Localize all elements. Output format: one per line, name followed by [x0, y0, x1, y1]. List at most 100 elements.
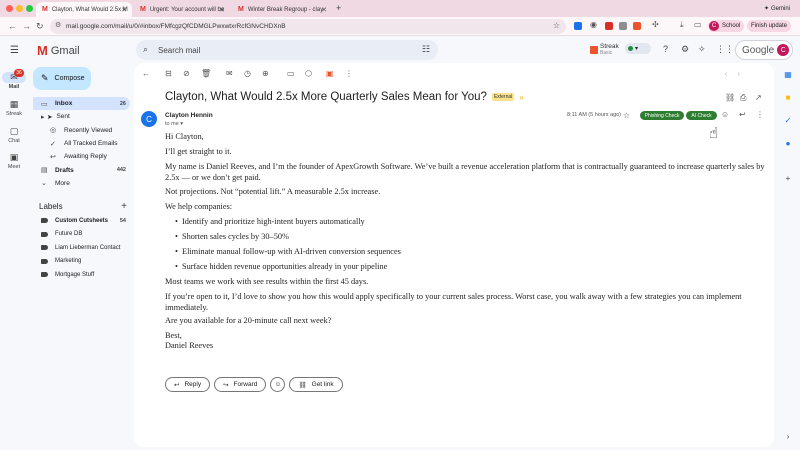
sidebar-item-more[interactable]: ⌄ More [33, 177, 130, 190]
caret-down-icon: ▾ [180, 121, 184, 127]
sidebar-item-drafts[interactable]: ▤ Drafts 442 [33, 163, 130, 176]
contacts-icon[interactable]: ● [782, 139, 794, 151]
add-addon-icon[interactable]: + [782, 174, 794, 186]
unread-badge: 36 [14, 69, 24, 77]
add-label-icon[interactable]: + [121, 201, 127, 212]
finish-update-button[interactable]: Finish update [747, 20, 792, 32]
close-window-icon[interactable] [6, 5, 13, 12]
expand-panel-icon[interactable]: › [782, 432, 794, 444]
label-item-custom-cutsheets[interactable]: Custom Cutsheets 54 [33, 214, 130, 228]
reload-icon[interactable]: ↻ [36, 21, 44, 32]
address-bar[interactable]: ⚙ mail.google.com/mail/u/0/#inbox/FMfcgz… [50, 19, 566, 34]
close-tab-icon[interactable]: ✕ [321, 6, 327, 14]
link-icon[interactable]: ⛓ [725, 93, 735, 102]
label-item-liam-lieberman-contact[interactable]: Liam Lieberman Contact [33, 241, 130, 255]
extension-v-icon[interactable] [605, 22, 613, 30]
gmail-logo[interactable]: M Gmail [37, 43, 80, 58]
compose-button[interactable]: ✎ Compose [33, 67, 91, 90]
print-icon[interactable]: ⎙ [740, 93, 746, 103]
bookmark-star-icon[interactable]: ☆ [553, 21, 560, 30]
mark-unread-icon[interactable]: ✉ [226, 69, 233, 78]
rail-item-streak[interactable]: ▦ Streak [2, 99, 26, 117]
pagination-arrows-icon[interactable]: ‹› [725, 69, 750, 78]
main-menu-icon[interactable]: ☰ [10, 45, 19, 56]
account-avatar: C [777, 44, 790, 56]
more-vert-icon[interactable]: ⋮ [756, 110, 764, 119]
body-paragraph: Most teams we work with see results with… [165, 277, 369, 286]
new-tab-icon[interactable]: + [336, 3, 341, 13]
get-link-button[interactable]: ⛓ Get link [289, 377, 343, 392]
list-item: Eliminate manual follow-up with AI-drive… [175, 247, 401, 258]
search-input[interactable]: ⌕ Search mail ☷ [136, 40, 438, 60]
puzzle-extensions-icon[interactable]: ✣ [652, 20, 659, 29]
browser-tab-bar: M Clayton, What Would 2.5x M ✕ M Urgent:… [0, 0, 800, 17]
ai-check-button[interactable]: AI Check [686, 111, 717, 120]
calendar-icon[interactable]: ▦ [782, 70, 794, 82]
recipient-dropdown[interactable]: to me ▾ [165, 121, 183, 127]
gear-icon[interactable]: ⚙ [681, 44, 689, 55]
sidebar-item-awaiting-reply[interactable]: ↩ Awaiting Reply [33, 150, 130, 163]
sender-avatar[interactable]: C [141, 111, 157, 127]
sidebar-item-label: More [55, 179, 70, 187]
add-task-icon[interactable]: ⊕ [262, 69, 269, 78]
label-item-marketing[interactable]: Marketing [33, 255, 130, 269]
gemini-sparkle-icon[interactable]: ✧ [698, 44, 706, 55]
back-arrow-icon[interactable]: ← [8, 21, 17, 31]
gmail-favicon-icon: M [238, 6, 244, 13]
zoom-window-icon[interactable] [26, 5, 33, 12]
sidebar-item-recently-viewed[interactable]: ◎ Recently Viewed [33, 124, 130, 137]
open-new-window-icon[interactable]: ↗ [755, 93, 762, 102]
back-to-inbox-icon[interactable]: ← [142, 69, 150, 78]
status-toggle[interactable]: ▾ [625, 43, 651, 54]
streak-menu[interactable]: Streak Basic [590, 43, 619, 56]
snooze-icon[interactable]: ◷ [244, 69, 251, 78]
search-options-icon[interactable]: ☷ [422, 44, 430, 55]
camera-extension-icon[interactable]: ◉ [590, 20, 597, 29]
minimize-window-icon[interactable] [16, 5, 23, 12]
site-info-icon[interactable]: ⚙ [55, 21, 61, 29]
extension-grey-icon[interactable] [619, 22, 627, 30]
tasks-icon[interactable]: ✓ [782, 116, 794, 128]
browser-tab[interactable]: M Winter Break Regroup - clay ✕ [232, 2, 332, 17]
keep-icon[interactable]: ■ [782, 93, 794, 105]
reply-icon[interactable]: ↩ [739, 110, 746, 119]
browser-tab[interactable]: M Urgent: Your account will be ✕ [134, 2, 230, 17]
label-icon[interactable]: ⬡ [305, 69, 312, 78]
close-tab-icon[interactable]: ✕ [121, 6, 127, 14]
important-marker-icon[interactable]: » [519, 93, 523, 102]
reply-button[interactable]: ↩ Reply [165, 377, 211, 392]
report-spam-icon[interactable]: ⊘ [183, 69, 190, 78]
search-icon[interactable]: ⌕ [143, 44, 148, 55]
emoji-react-icon[interactable]: ☺ [721, 110, 729, 119]
sidebar-item-all-tracked-emails[interactable]: ✓ All Tracked Emails [33, 137, 130, 150]
sidebar-item-inbox[interactable]: ▭ Inbox 26 [33, 97, 130, 111]
move-to-folder-icon[interactable]: ▭ [287, 69, 295, 78]
gemini-button[interactable]: ✦ Gemini [760, 3, 794, 14]
forward-button[interactable]: ↪ Forward [214, 377, 267, 392]
label-item-future-db[interactable]: Future DB [33, 228, 130, 242]
streak-extension-icon[interactable] [633, 22, 641, 30]
sender-name[interactable]: Clayton Hennin [165, 112, 213, 119]
help-icon[interactable]: ? [663, 44, 668, 54]
apps-grid-icon[interactable]: ⋮⋮ [716, 44, 734, 55]
split-view-icon[interactable]: ▭ [694, 20, 702, 29]
extension-shield-icon[interactable] [574, 22, 582, 30]
rail-item-meet[interactable]: ▣ Meet [2, 152, 26, 170]
emoji-react-button[interactable]: ☺ [270, 377, 286, 392]
sidebar-item-sent[interactable]: ▸ ➤ Sent [33, 110, 130, 123]
profile-button[interactable]: C School [708, 20, 745, 32]
more-vert-icon[interactable]: ⋮ [345, 69, 353, 78]
forward-arrow-icon[interactable]: → [22, 21, 31, 31]
streak-box-icon[interactable]: ▣ [326, 69, 334, 78]
trash-icon[interactable]: 🗑 [201, 69, 211, 78]
browser-tab-active[interactable]: M Clayton, What Would 2.5x M ✕ [36, 2, 132, 17]
download-icon[interactable]: ⤓ [680, 20, 684, 30]
star-icon[interactable]: ☆ [623, 111, 630, 120]
archive-icon[interactable]: ⊟ [165, 69, 172, 78]
google-account-button[interactable]: Google C [735, 40, 793, 60]
rail-item-chat[interactable]: ▢ Chat [2, 126, 26, 144]
label-item-mortgage-stuff[interactable]: Mortgage Stuff [33, 268, 130, 282]
close-tab-icon[interactable]: ✕ [219, 6, 225, 14]
phishing-check-button[interactable]: Phishing Check [640, 111, 684, 120]
rail-label: Streak [6, 111, 22, 117]
